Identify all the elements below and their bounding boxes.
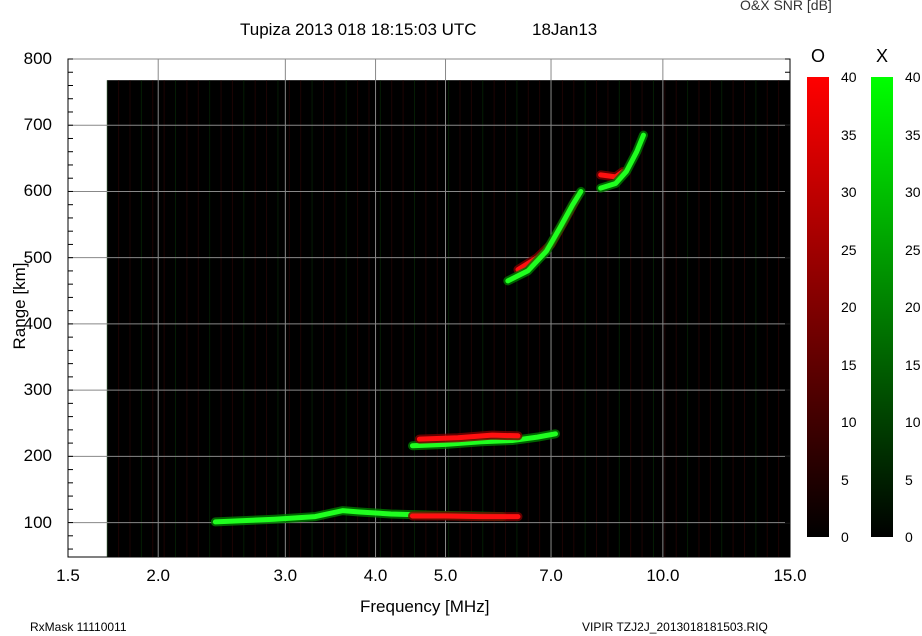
chart-title: Tupiza 2013 018 18:15:03 UTC [240, 20, 477, 39]
x-tick-label: 5.0 [433, 566, 458, 585]
colorbar-tick-label: 10 [905, 414, 921, 430]
y-tick-label: 300 [23, 380, 52, 400]
colorbar-tick-label: 25 [905, 241, 921, 258]
x-tick-label: 15.0 [773, 566, 807, 585]
colorbar-tick-label: 10 [841, 414, 857, 430]
colorbar-tick-label: 20 [841, 299, 857, 315]
ionogram-plot [67, 58, 893, 558]
colorbar-tick-label: 15 [905, 356, 921, 373]
trace-o [409, 513, 521, 520]
x-tick-label: 2.0 [146, 566, 171, 585]
colorbar-x [871, 77, 893, 537]
colorbar-tick-label: 20 [905, 299, 921, 315]
colorbar-tick-label: 5 [841, 471, 849, 488]
x-tick-label: 7.0 [539, 566, 563, 585]
y-tick-label: 100 [23, 512, 52, 532]
y-tick-label: 400 [23, 313, 52, 333]
colorbar-tick-label: 35 [841, 126, 857, 143]
colorbar-tick-label: 0 [841, 529, 849, 545]
ionogram: Tupiza 2013 018 18:15:03 UTC 18Jan13 O&X… [0, 0, 922, 636]
x-axis-label: Frequency [MHz] [360, 597, 490, 616]
y-tick-label: 700 [23, 115, 52, 135]
y-tick-label: 200 [23, 446, 52, 466]
colorbar-title: O [810, 46, 826, 66]
x-tick-label: 4.0 [363, 566, 388, 585]
colorbar-tick-label: 15 [841, 356, 857, 373]
colorbar-tick-label: 35 [905, 126, 921, 143]
colorbar-tick-label: 30 [905, 184, 921, 200]
y-tick-label: 800 [23, 49, 52, 68]
chart-date: 18Jan13 [532, 20, 598, 39]
colorbar-tick-label: 0 [905, 529, 913, 545]
colorbar-tick-label: 40 [905, 69, 921, 85]
rxmask-label: RxMask 11110011 [30, 620, 127, 634]
colorbar-tick-label: 40 [841, 69, 857, 85]
filename-label: VIPIR TZJ2J_2013018181503.RIQ [582, 620, 768, 634]
x-tick-label: 3.0 [273, 566, 298, 585]
colorbar-tick-label: 30 [841, 184, 857, 200]
colorbar-o [807, 77, 829, 537]
snr-label: O&X SNR [dB] [740, 0, 832, 13]
colorbar-tick-label: 5 [905, 471, 913, 488]
colorbar-title: X [875, 46, 889, 66]
x-tick-label: 1.5 [56, 566, 80, 585]
x-tick-label: 10.0 [646, 566, 680, 585]
y-tick-label: 600 [23, 181, 52, 201]
y-tick-label: 500 [23, 247, 52, 267]
colorbar-tick-label: 25 [841, 241, 857, 258]
